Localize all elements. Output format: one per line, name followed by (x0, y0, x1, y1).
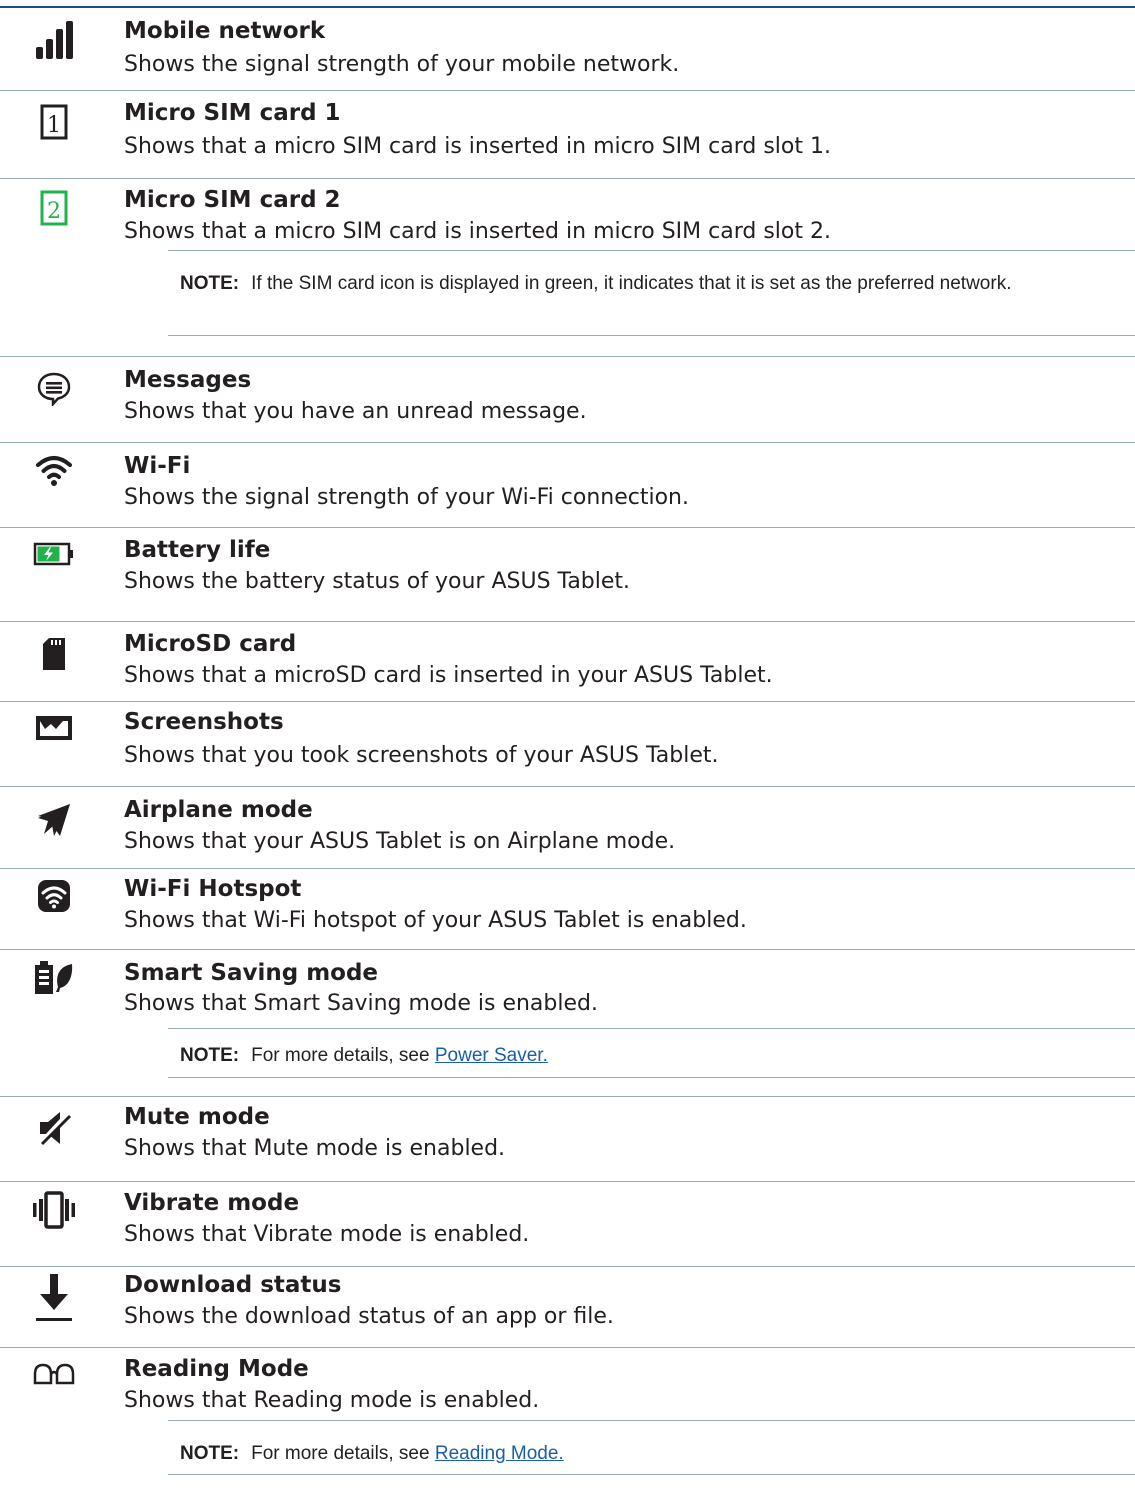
item-title: Airplane mode (124, 797, 313, 823)
item-title: Micro SIM card 1 (124, 100, 341, 126)
smart-saving-icon (32, 956, 76, 1000)
divider (0, 1266, 1135, 1267)
download-icon (32, 1272, 76, 1322)
sim-card-2-icon: 2 (32, 186, 76, 230)
svg-text:2: 2 (47, 199, 61, 224)
item-title: Screenshots (124, 709, 284, 735)
divider (0, 621, 1135, 622)
item-title: Messages (124, 367, 252, 393)
hotspot-icon (32, 874, 76, 918)
item-description: Shows that a micro SIM card is inserted … (124, 134, 831, 159)
note-top-rule (168, 1420, 1135, 1421)
status-item-reading: Reading Mode Shows that Reading mode is … (0, 1352, 1135, 1422)
note-label: NOTE: (180, 1443, 240, 1464)
divider (0, 356, 1135, 357)
item-title: Battery life (124, 537, 271, 563)
divider (0, 178, 1135, 179)
item-title: Mute mode (124, 1104, 270, 1130)
svg-text:1: 1 (47, 113, 61, 138)
status-item-battery: Battery life Shows the battery status of… (0, 532, 1135, 622)
item-title: MicroSD card (124, 631, 297, 657)
status-item-vibrate: Vibrate mode Shows that Vibrate mode is … (0, 1186, 1135, 1267)
power-saver-link[interactable]: Power Saver. (435, 1045, 548, 1066)
status-item-mute: Mute mode Shows that Mute mode is enable… (0, 1100, 1135, 1182)
item-title: Vibrate mode (124, 1190, 300, 1216)
item-description: Shows the signal strength of your Wi-Fi … (124, 485, 689, 510)
status-item-hotspot: Wi-Fi Hotspot Shows that Wi-Fi hotspot o… (0, 872, 1135, 952)
microsd-icon (32, 632, 76, 676)
item-title: Micro SIM card 2 (124, 187, 341, 213)
item-title: Mobile network (124, 18, 326, 44)
item-description: Shows that a microSD card is inserted in… (124, 663, 773, 688)
status-item-sim-2: 2 Micro SIM card 2 Shows that a micro SI… (0, 180, 1135, 260)
item-description: Shows that a micro SIM card is inserted … (124, 219, 831, 244)
item-description: Shows that you took screenshots of your … (124, 743, 719, 768)
status-item-microsd: MicroSD card Shows that a microSD card i… (0, 626, 1135, 702)
item-title: Wi-Fi (124, 453, 191, 479)
status-item-screenshots: Screenshots Shows that you took screensh… (0, 706, 1135, 787)
item-description: Shows that you have an unread message. (124, 399, 587, 424)
item-description: Shows that Vibrate mode is enabled. (124, 1222, 530, 1247)
note-power-saver: NOTE: For more details, see Power Saver. (180, 1042, 1100, 1070)
item-description: Shows the signal strength of your mobile… (124, 52, 680, 77)
divider (0, 949, 1135, 950)
divider (0, 90, 1135, 91)
item-description: Shows that your ASUS Tablet is on Airpla… (124, 829, 676, 854)
divider (0, 1096, 1135, 1097)
divider (0, 442, 1135, 443)
note-text: For more details, see (251, 1443, 435, 1464)
item-title: Reading Mode (124, 1356, 309, 1382)
status-item-mobile-network: Mobile network Shows the signal strength… (0, 12, 1135, 91)
note-top-rule (168, 250, 1135, 251)
item-description: Shows that Smart Saving mode is enabled. (124, 991, 598, 1016)
divider (0, 527, 1135, 528)
divider (0, 1347, 1135, 1348)
item-description: Shows the battery status of your ASUS Ta… (124, 569, 631, 594)
item-title: Download status (124, 1272, 342, 1298)
mute-icon (32, 1106, 76, 1150)
divider (0, 1181, 1135, 1182)
wifi-icon (32, 448, 76, 492)
signal-bars-icon (32, 18, 76, 62)
divider (0, 868, 1135, 869)
status-item-wifi: Wi-Fi Shows the signal strength of your … (0, 448, 1135, 528)
note-bottom-rule (168, 1077, 1135, 1078)
divider (0, 786, 1135, 787)
vibrate-icon (32, 1188, 76, 1232)
reading-glasses-icon (32, 1352, 76, 1396)
note-sim: NOTE: If the SIM card icon is displayed i… (180, 270, 1100, 298)
note-top-rule (168, 1028, 1135, 1029)
screenshot-icon (32, 706, 76, 750)
top-rule (0, 6, 1135, 8)
battery-icon (32, 532, 76, 576)
sim-card-1-icon: 1 (32, 100, 76, 144)
note-label: NOTE: (180, 1045, 240, 1066)
note-reading-mode: NOTE: For more details, see Reading Mode. (180, 1440, 1100, 1468)
status-item-messages: Messages Shows that you have an unread m… (0, 362, 1135, 443)
item-title: Smart Saving mode (124, 960, 379, 986)
reading-mode-link[interactable]: Reading Mode. (435, 1443, 564, 1464)
note-bottom-rule (168, 1474, 1135, 1475)
item-description: Shows that Mute mode is enabled. (124, 1136, 506, 1161)
note-text: For more details, see (251, 1045, 435, 1066)
item-description: Shows that Wi-Fi hotspot of your ASUS Ta… (124, 908, 747, 933)
airplane-icon (32, 798, 76, 842)
message-icon (32, 366, 76, 410)
item-description: Shows the download status of an app or f… (124, 1304, 614, 1329)
item-title: Wi-Fi Hotspot (124, 876, 302, 902)
note-bottom-rule (168, 335, 1135, 336)
note-label: NOTE: (180, 273, 240, 294)
note-text: If the SIM card icon is displayed in gre… (251, 273, 1012, 294)
status-item-smart-saving: Smart Saving mode Shows that Smart Savin… (0, 956, 1135, 1030)
item-description: Shows that Reading mode is enabled. (124, 1388, 540, 1413)
status-item-download: Download status Shows the download statu… (0, 1268, 1135, 1348)
status-item-sim-1: 1 Micro SIM card 1 Shows that a micro SI… (0, 92, 1135, 179)
divider (0, 701, 1135, 702)
status-item-airplane: Airplane mode Shows that your ASUS Table… (0, 792, 1135, 872)
